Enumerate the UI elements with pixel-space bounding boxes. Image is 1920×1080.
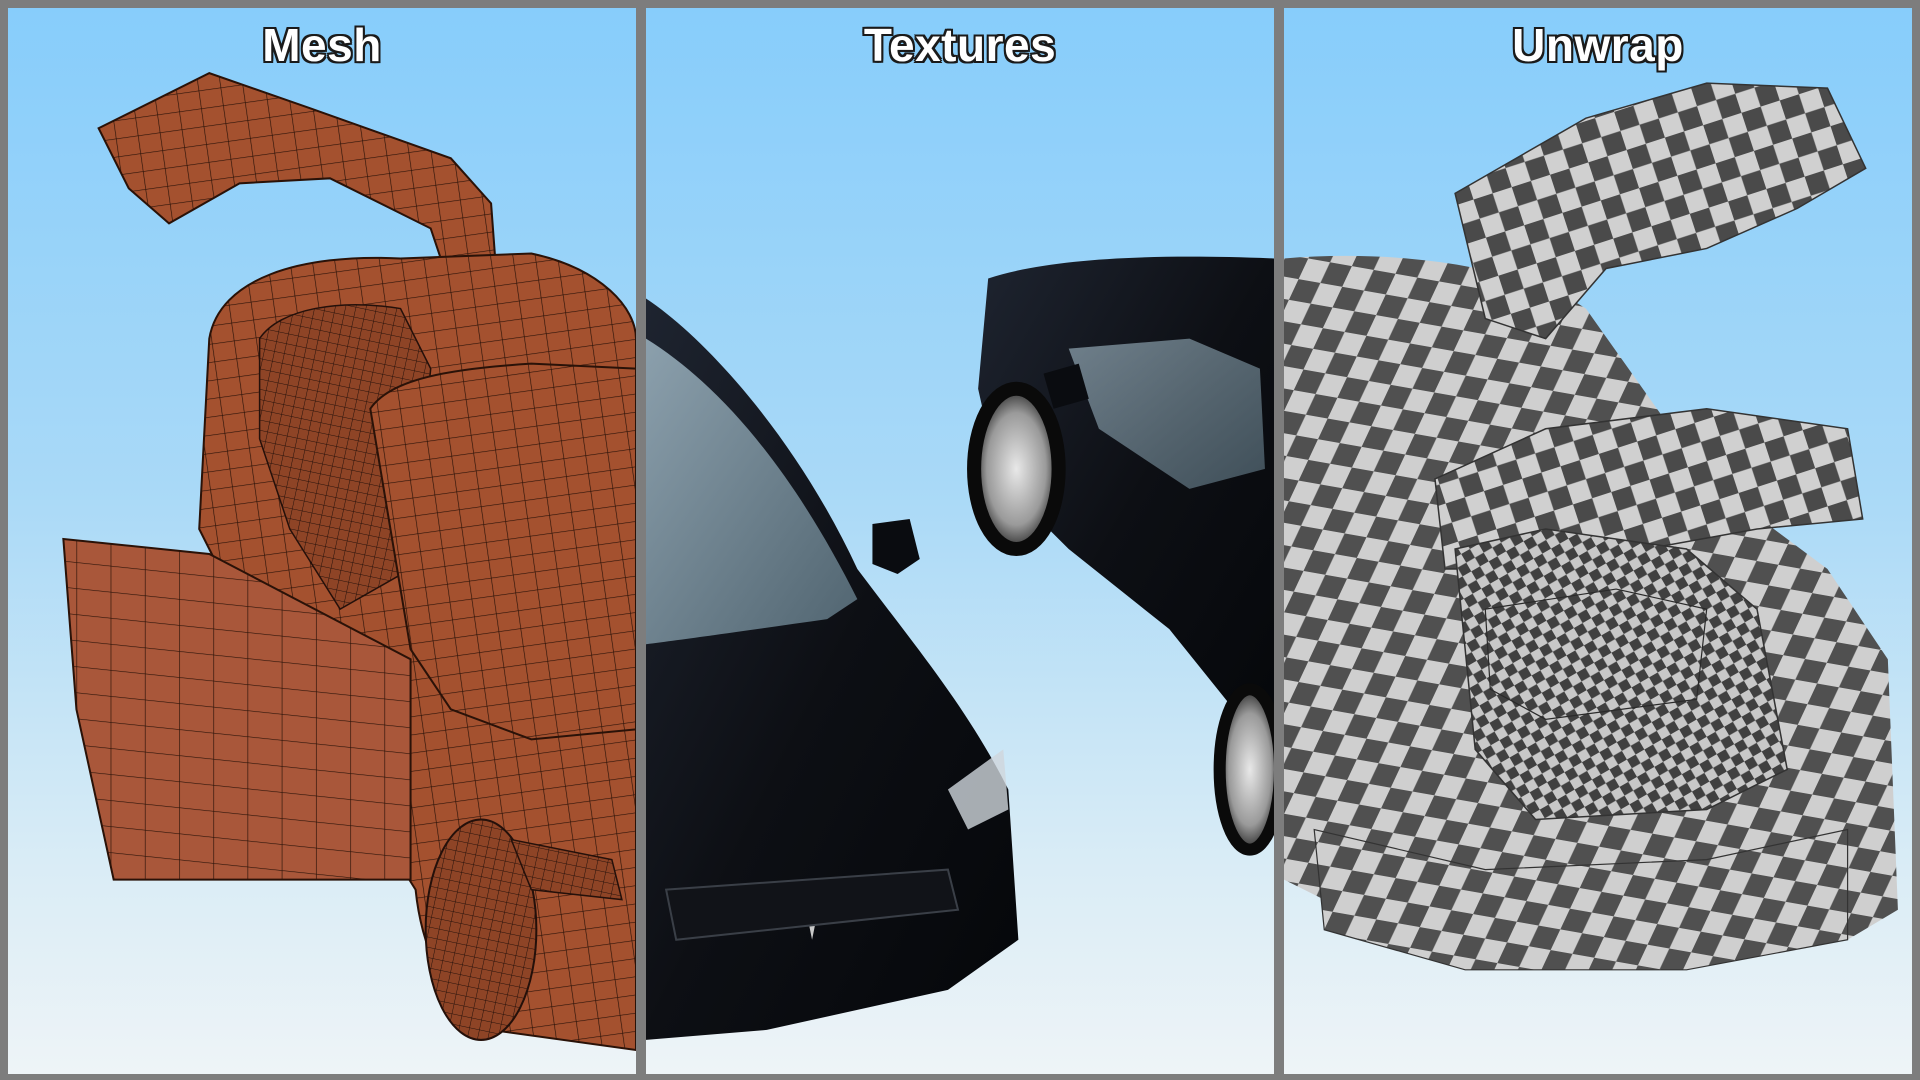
textures-panel: Textures <box>646 8 1274 1074</box>
textures-title: Textures <box>863 19 1057 71</box>
mesh-panel: Mesh <box>8 8 636 1074</box>
mesh-title: Mesh <box>262 19 382 71</box>
textures-right-rear-wheel <box>1213 683 1274 856</box>
unwrap-rear-hatch <box>1454 82 1867 340</box>
wireframe-car-illustration <box>62 72 636 1051</box>
textures-right-wheel <box>967 381 1066 557</box>
unwrap-rear-seat <box>1484 588 1708 720</box>
unwrap-car-illustration <box>1284 82 1898 971</box>
unwrap-panel: Unwrap <box>1284 8 1912 1074</box>
textured-car-illustration <box>646 256 1274 1040</box>
textures-left-windshield <box>646 338 858 645</box>
textures-left-mirror <box>872 518 920 575</box>
image-frame: Mesh Textures Unwrap <box>0 0 1920 1080</box>
unwrap-title: Unwrap <box>1512 19 1684 71</box>
